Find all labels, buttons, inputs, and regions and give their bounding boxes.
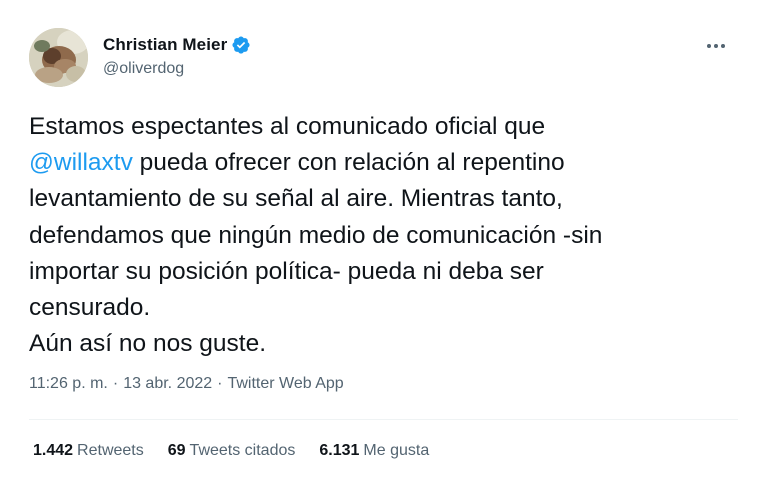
- tweet-text-after-mention: pueda ofrecer con relación al repentino …: [29, 149, 603, 358]
- tweet-card: Christian Meier @oliverdog Estamos espec…: [0, 0, 760, 479]
- name-row: Christian Meier: [103, 34, 251, 56]
- tweet-date[interactable]: 13 abr. 2022: [123, 375, 212, 393]
- likes-count: 6.131: [319, 442, 360, 459]
- tweet-source[interactable]: Twitter Web App: [227, 375, 343, 393]
- retweets-stat[interactable]: 1.442 Retweets: [33, 442, 144, 460]
- quotes-stat[interactable]: 69 Tweets citados: [168, 442, 296, 460]
- verified-badge-icon: [231, 35, 251, 55]
- tweet-text-before-mention: Estamos espectantes al comunicado oficia…: [29, 113, 546, 140]
- retweets-count: 1.442: [33, 442, 74, 459]
- divider: [29, 419, 738, 420]
- mention-link[interactable]: @willaxtv: [29, 149, 133, 176]
- tweet-stats: 1.442 Retweets 69 Tweets citados 6.131 M…: [33, 442, 453, 460]
- likes-label: Me gusta: [363, 442, 430, 459]
- tweet-header: Christian Meier @oliverdog: [29, 28, 732, 88]
- author-display-name[interactable]: Christian Meier: [103, 35, 227, 55]
- retweets-label: Retweets: [77, 442, 144, 459]
- more-options-icon[interactable]: [704, 36, 728, 56]
- quotes-label: Tweets citados: [189, 442, 296, 459]
- tweet-time[interactable]: 11:26 p. m.: [29, 375, 108, 393]
- likes-stat[interactable]: 6.131 Me gusta: [319, 442, 429, 460]
- avatar-image: [29, 28, 88, 87]
- author-names: Christian Meier @oliverdog: [103, 34, 251, 78]
- author-handle[interactable]: @oliverdog: [103, 60, 251, 78]
- quotes-count: 69: [167, 442, 186, 459]
- meta-separator: ·: [112, 375, 119, 392]
- meta-separator: ·: [217, 375, 223, 392]
- tweet-text: Estamos espectantes al comunicado oficia…: [29, 109, 740, 362]
- avatar[interactable]: [29, 28, 88, 87]
- tweet-meta: 11:26 p. m. · 13 abr. 2022 · Twitter Web…: [29, 375, 344, 393]
